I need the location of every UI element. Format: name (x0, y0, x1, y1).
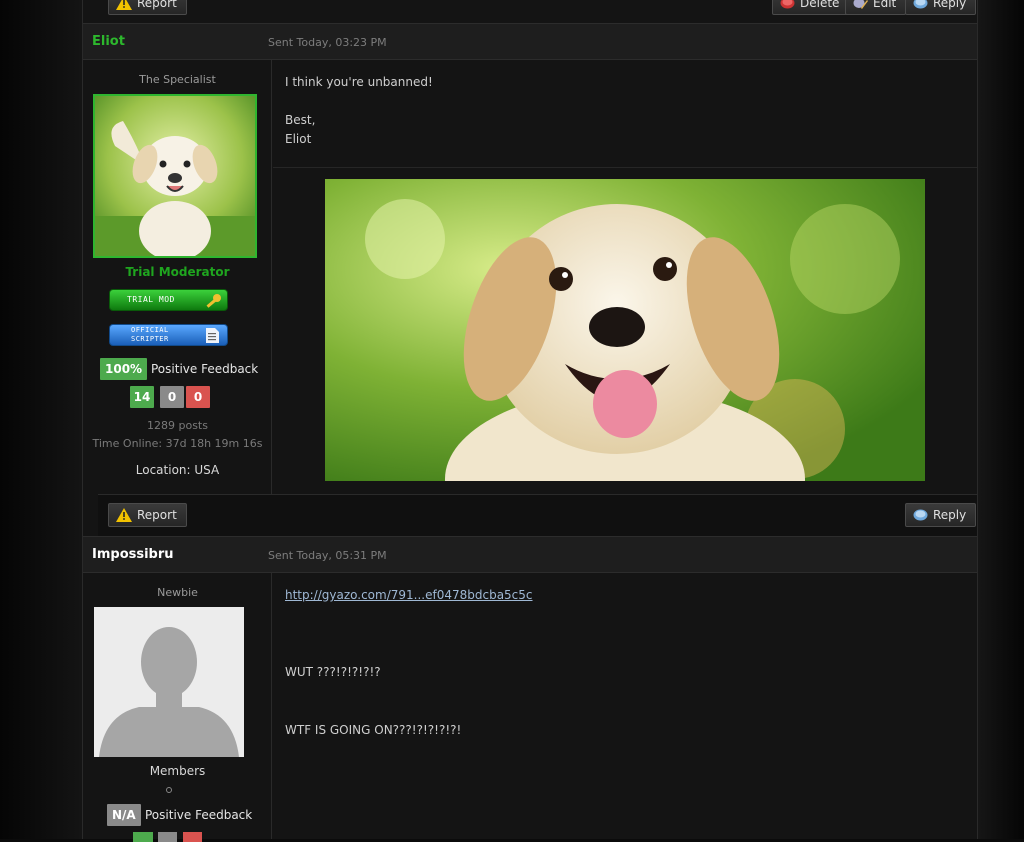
feedback-negative-count: 0 (186, 386, 210, 408)
post-message-link-row: http://gyazo.com/791...ef0478bdcba5c5c (285, 586, 533, 605)
official-scripter-line2: SCRIPTER (131, 335, 169, 343)
feedback-label[interactable]: Positive Feedback (145, 808, 252, 822)
message-line-blank (285, 92, 433, 111)
avatar[interactable] (93, 94, 257, 258)
reply-icon (913, 0, 928, 8)
post-author-name[interactable]: Eliot (92, 34, 125, 49)
key-icon (206, 294, 221, 308)
user-group: Trial Moderator (125, 265, 230, 279)
default-avatar-icon (99, 627, 239, 757)
feedback-positive-count: 14 (130, 386, 154, 408)
user-title: Newbie (157, 586, 198, 599)
post-sent-time: Sent Today, 03:23 PM (268, 36, 387, 49)
page-background-right (978, 0, 1024, 839)
feedback-neutral-count: 0 (160, 386, 184, 408)
post-message-eliot: I think you're unbanned! Best, Eliot (285, 73, 433, 149)
post-header-eliot: Eliot Sent Today, 03:23 PM (83, 23, 977, 60)
post-message-line: WUT ???!?!?!?!? (285, 665, 381, 679)
reply-label: Reply (933, 508, 967, 522)
top-edit-button[interactable]: Edit (845, 0, 907, 15)
post-sent-time: Sent Today, 05:31 PM (268, 549, 387, 562)
trial-mod-badge-label: TRIAL MOD (127, 295, 175, 304)
avatar[interactable] (94, 607, 244, 757)
message-line: Best, (285, 113, 316, 127)
signature-image (325, 179, 925, 481)
top-delete-button[interactable]: Delete (772, 0, 850, 15)
post-message-line: WTF IS GOING ON???!?!?!?!?! (285, 723, 462, 737)
trial-mod-badge: TRIAL MOD (109, 289, 228, 311)
document-icon (206, 328, 219, 343)
top-report-button[interactable]: Report (108, 0, 187, 15)
rank-pip-icon (166, 787, 172, 793)
reply-button[interactable]: Reply (905, 503, 977, 527)
top-reply-label: Reply (933, 0, 967, 10)
warning-icon (116, 508, 132, 522)
signature-divider (273, 167, 977, 168)
feedback-neutral-count (158, 832, 177, 842)
warning-icon (116, 0, 132, 10)
message-line: Eliot (285, 132, 312, 146)
feedback-percent: N/A (107, 804, 141, 826)
delete-icon (780, 0, 795, 8)
top-edit-label: Edit (873, 0, 897, 10)
report-label: Report (137, 508, 177, 522)
user-group: Members (149, 764, 206, 778)
edit-icon (853, 0, 868, 9)
post-author-name[interactable]: Impossibru (92, 547, 174, 562)
location: Location: USA (135, 463, 220, 477)
official-scripter-badge: OFFICIAL SCRIPTER (109, 324, 228, 346)
gyazo-link[interactable]: http://gyazo.com/791...ef0478bdcba5c5c (285, 588, 533, 602)
post-header-impossibru: Impossibru Sent Today, 05:31 PM (83, 536, 977, 573)
post-count: 1289 posts (147, 419, 208, 432)
official-scripter-line1: OFFICIAL (131, 326, 169, 334)
feedback-positive-count (133, 832, 153, 842)
top-report-label: Report (137, 0, 177, 10)
top-delete-label: Delete (800, 0, 840, 10)
user-info-pane-eliot: The Specialist Trial Moderator TRIAL MOD… (83, 60, 272, 494)
feedback-percent: 100% (100, 358, 148, 380)
user-info-pane-impossibru: Newbie Members N/A Positive Feedback (83, 573, 272, 842)
user-title: The Specialist (139, 73, 216, 86)
page-background-left (0, 0, 82, 839)
feedback-negative-count (183, 832, 202, 842)
reply-icon (913, 509, 928, 520)
message-line: I think you're unbanned! (285, 75, 433, 89)
report-button[interactable]: Report (108, 503, 187, 527)
top-reply-button[interactable]: Reply (905, 0, 977, 15)
time-online: Time Online: 37d 18h 19m 16s (92, 437, 263, 450)
feedback-label[interactable]: Positive Feedback (151, 362, 258, 376)
post-footer-eliot (98, 494, 977, 536)
